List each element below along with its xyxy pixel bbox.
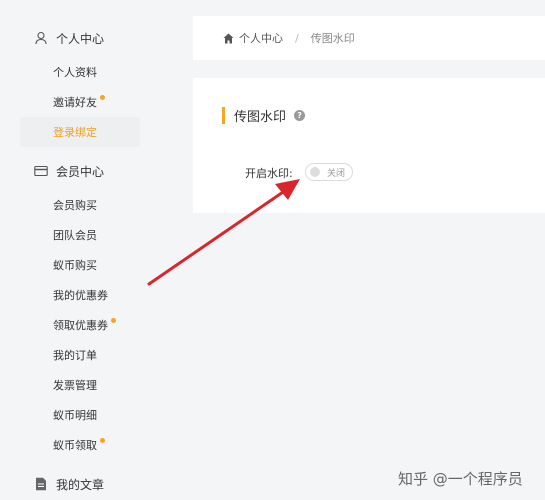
sidebar-item-label: 蚁币领取 (53, 439, 97, 452)
sidebar-item-label: 蚁币明细 (53, 409, 97, 422)
user-icon (35, 31, 47, 45)
notification-dot (100, 437, 105, 443)
document-icon (36, 477, 46, 491)
sidebar-item-invoice-management[interactable]: 发票管理 (20, 370, 140, 400)
breadcrumb: 个人中心 / 传图水印 (193, 16, 545, 60)
sidebar-item-label: 我的优惠券 (53, 289, 108, 302)
title-accent-bar (222, 106, 225, 124)
sidebar-item-my-coupons[interactable]: 我的优惠券 (20, 280, 140, 310)
sidebar-group-title: 我的文章 (56, 477, 105, 492)
sidebar-group-title: 会员中心 (56, 164, 105, 179)
sidebar-item-label: 我的订单 (53, 349, 97, 362)
sidebar-item-label: 会员购买 (53, 199, 97, 212)
sidebar-item-buy-membership[interactable]: 会员购买 (20, 190, 140, 220)
breadcrumb-home-link[interactable]: 个人中心 (239, 30, 283, 46)
switch-knob (310, 167, 320, 177)
sidebar-item-coin-details[interactable]: 蚁币明细 (20, 400, 140, 430)
watermark-toggle-label: 开启水印: (245, 167, 293, 180)
sidebar-item-invite-friends[interactable]: 邀请好友 (20, 87, 140, 117)
sidebar-item-label: 领取优惠券 (53, 319, 108, 332)
section-header: 传图水印 ? (222, 106, 306, 125)
sidebar-group-member-center[interactable]: 会员中心 (34, 161, 104, 181)
home-icon[interactable] (223, 33, 234, 44)
notification-dot (111, 317, 116, 323)
watermark-toggle-switch[interactable]: 关闭 (305, 163, 353, 181)
source-watermark: 知乎 @一个程序员 (398, 470, 523, 488)
help-icon[interactable]: ? (294, 109, 306, 121)
breadcrumb-current: 传图水印 (310, 32, 355, 45)
sidebar-item-team-membership[interactable]: 团队会员 (20, 220, 140, 250)
sidebar-group-title: 个人中心 (56, 31, 105, 46)
breadcrumb-separator: / (295, 31, 299, 45)
sidebar-item-label: 登录绑定 (53, 126, 97, 139)
sidebar-item-label: 发票管理 (53, 379, 97, 392)
card-icon (34, 165, 48, 177)
sidebar-item-claim-coupons[interactable]: 领取优惠券 (20, 310, 140, 340)
sidebar-item-label: 个人资料 (53, 66, 97, 79)
watermark-settings-panel: 传图水印 ? 开启水印: 关闭 (193, 78, 545, 213)
sidebar-item-label: 团队会员 (53, 229, 97, 242)
notification-dot (100, 94, 105, 100)
sidebar-item-profile[interactable]: 个人资料 (20, 57, 140, 87)
sidebar-item-label: 邀请好友 (53, 96, 97, 109)
sidebar-group-my-articles[interactable]: 我的文章 (34, 474, 104, 494)
sidebar-item-login-binding[interactable]: 登录绑定 (20, 117, 140, 147)
sidebar-item-buy-coins[interactable]: 蚁币购买 (20, 250, 140, 280)
sidebar-group-personal-center[interactable]: 个人中心 (34, 28, 104, 48)
switch-state-label: 关闭 (327, 169, 346, 179)
sidebar-item-claim-coins[interactable]: 蚁币领取 (20, 430, 140, 460)
sidebar: 个人中心 个人资料 邀请好友 登录绑定 会员中心 会员购买 团队会员 蚁币购买 … (0, 0, 150, 500)
sidebar-item-label: 蚁币购买 (53, 259, 97, 272)
page-title: 传图水印 (234, 109, 287, 125)
sidebar-item-my-orders[interactable]: 我的订单 (20, 340, 140, 370)
